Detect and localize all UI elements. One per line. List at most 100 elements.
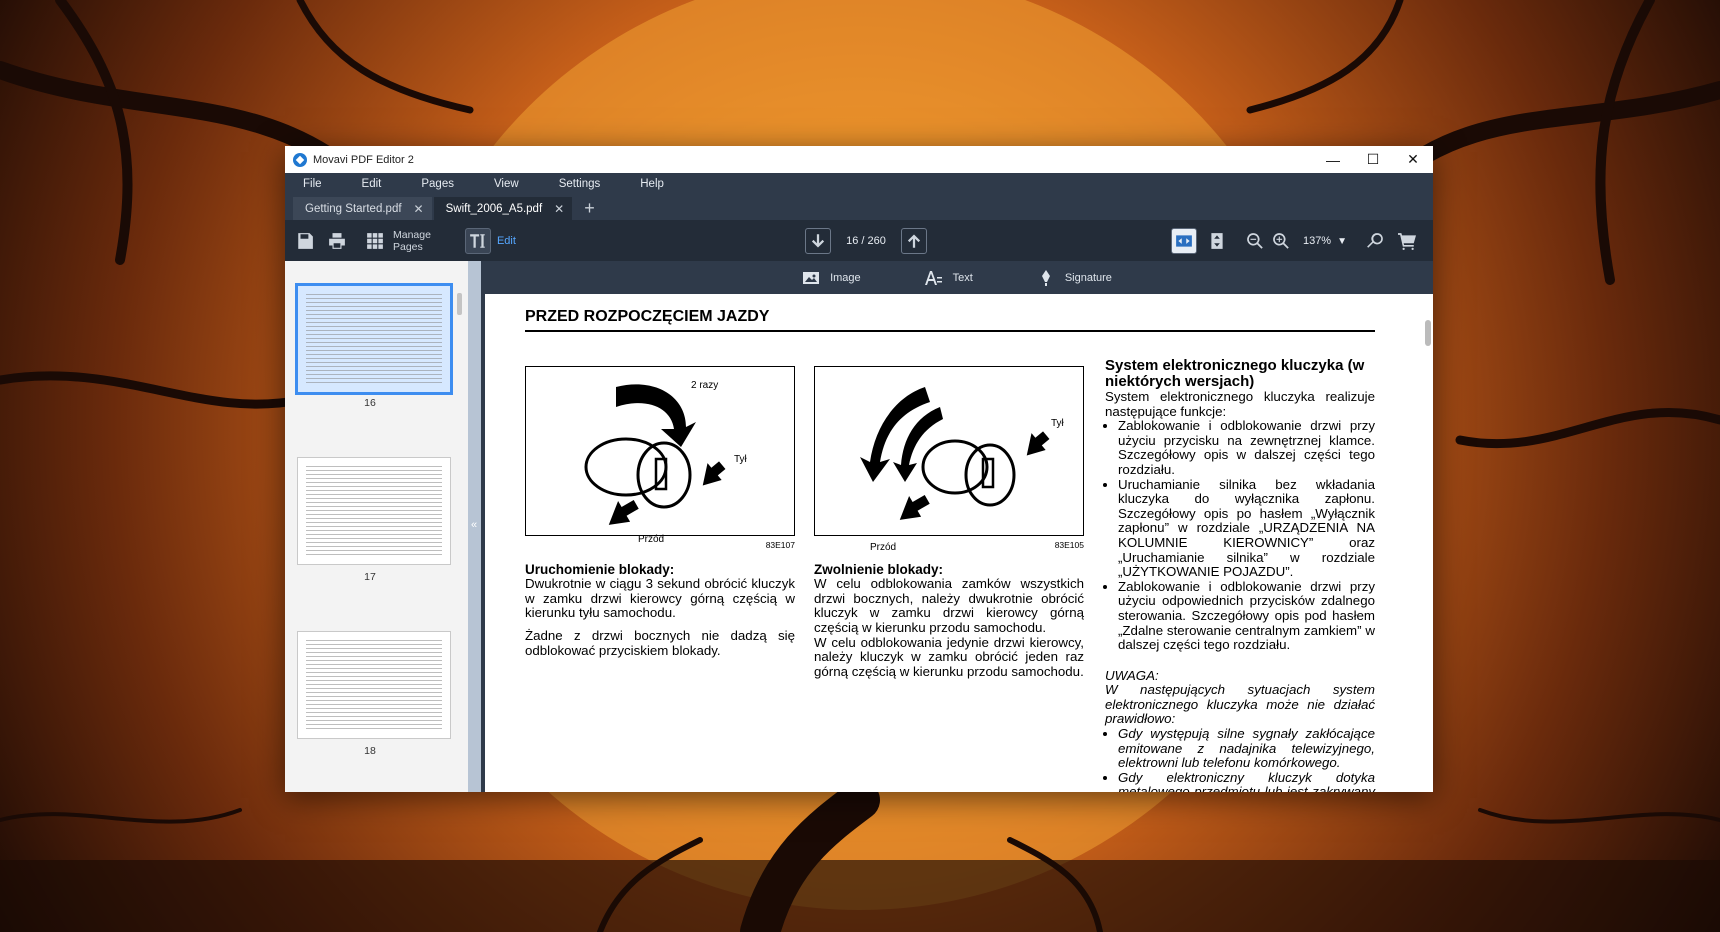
document-tabs: Getting Started.pdf ✕ Swift_2006_A5.pdf …: [285, 195, 1433, 220]
image-tool-label: Image: [830, 271, 861, 284]
figure-label: Przód: [638, 534, 665, 545]
print-icon: [329, 232, 345, 249]
figure-code: 83E105: [1054, 540, 1084, 550]
list-item: Zablokowanie i odblokowanie drzwi przy u…: [1118, 418, 1375, 477]
zoom-out-button[interactable]: [1243, 229, 1267, 253]
maximize-button[interactable]: ☐: [1353, 151, 1393, 168]
page-counter: 16 / 260: [846, 235, 886, 247]
tab-close-icon[interactable]: ✕: [554, 202, 564, 216]
search-button[interactable]: [1363, 229, 1387, 253]
thumbnail-label: 17: [364, 571, 376, 583]
paragraph: W celu odblokowania zamków wszystkich dr…: [814, 576, 1084, 635]
thumbnail-label: 16: [364, 397, 376, 409]
menu-help[interactable]: Help: [640, 178, 664, 190]
fit-width-button[interactable]: [1170, 228, 1197, 254]
tab-getting-started[interactable]: Getting Started.pdf ✕: [293, 197, 432, 220]
zoom-out-icon: [1247, 233, 1263, 249]
arrow-up-icon: [907, 234, 921, 248]
print-button[interactable]: [325, 229, 349, 253]
note-title: UWAGA:: [1105, 667, 1159, 683]
zoom-level-dropdown[interactable]: 137% ▼: [1303, 235, 1347, 247]
tab-label: Swift_2006_A5.pdf: [445, 202, 543, 215]
paragraph: W celu odblokowania jedynie drzwi kierow…: [814, 634, 1084, 679]
key-turn-illustration: [584, 384, 726, 525]
workspace: 16 17 18 « Image Text Signature PRZED RO…: [285, 261, 1433, 792]
manage-pages-label[interactable]: Manage Pages: [393, 229, 431, 253]
zoom-level-value: 137%: [1302, 235, 1332, 247]
chevron-down-icon: ▼: [1337, 235, 1347, 247]
figure-lock-activation: 2 razy Tył Przód: [525, 366, 795, 545]
thumbnail-page-16[interactable]: [295, 283, 453, 395]
view-controls: 137% ▼: [1163, 228, 1419, 254]
image-tool-button[interactable]: Image: [802, 270, 861, 286]
section-heading: Zwolnienie blokady:: [814, 561, 944, 577]
page-thumbnails-panel: 16 17 18: [285, 261, 468, 792]
document-area: Image Text Signature PRZED ROZPOCZĘCIEM …: [481, 261, 1433, 792]
pdf-page: PRZED ROZPOCZĘCIEM JAZDY 2 razy Tył Przó…: [525, 308, 1375, 792]
zoom-in-icon: [1273, 233, 1289, 249]
close-button[interactable]: ✕: [1393, 151, 1433, 168]
figure-label: Tył: [1051, 418, 1064, 429]
thumbnail-label: 18: [364, 745, 376, 757]
tab-swift-2006[interactable]: Swift_2006_A5.pdf ✕: [433, 197, 573, 220]
save-icon: [298, 232, 313, 249]
text-edit-icon: [470, 233, 485, 248]
save-button[interactable]: [293, 229, 317, 253]
figure-label: 2 razy: [691, 380, 719, 391]
fit-page-icon: [1211, 233, 1223, 249]
thumbnail-page-18[interactable]: [297, 631, 451, 739]
figure-label: Przód: [870, 542, 897, 553]
document-scrollbar[interactable]: [1425, 320, 1431, 346]
thumbnail-page-17[interactable]: [297, 457, 451, 565]
tab-label: Getting Started.pdf: [305, 202, 402, 215]
list-item: Gdy występują silne sygnały zakłócające …: [1118, 726, 1375, 771]
menu-settings[interactable]: Settings: [559, 178, 601, 190]
menu-view[interactable]: View: [494, 178, 519, 190]
grid-icon: [367, 232, 383, 249]
fit-page-button[interactable]: [1205, 229, 1229, 253]
text-icon: [924, 270, 942, 285]
tab-close-icon[interactable]: ✕: [414, 202, 424, 216]
main-toolbar: Manage Pages Edit 16 / 260 137% ▼: [285, 220, 1433, 261]
edit-tools-bar: Image Text Signature: [481, 261, 1433, 294]
list-item: Uruchamianie silnika bez wkładania klucz…: [1118, 477, 1375, 580]
paragraph: Żadne z drzwi bocznych nie dadzą się odb…: [525, 627, 795, 658]
column-1: 2 razy Tył Przód 83E107 Uruchomienie blo…: [525, 366, 795, 658]
panel-splitter[interactable]: «: [468, 261, 481, 792]
title-bar: Movavi PDF Editor 2 — ☐ ✕: [285, 146, 1433, 173]
zoom-in-button[interactable]: [1269, 229, 1293, 253]
arrow-down-icon: [811, 234, 825, 248]
next-page-button[interactable]: [805, 228, 831, 254]
page-navigator: 16 / 260: [795, 228, 937, 254]
pen-nib-icon: [1041, 269, 1050, 286]
paragraph: Dwukrotnie w ciągu 3 sekund obrócić kluc…: [525, 576, 795, 621]
menu-bar: File Edit Pages View Settings Help: [285, 173, 1433, 195]
text-tool-label: Text: [952, 271, 973, 284]
menu-file[interactable]: File: [303, 178, 322, 190]
cart-button[interactable]: [1395, 229, 1419, 253]
signature-tool-label: Signature: [1064, 271, 1112, 284]
text-tool-button[interactable]: Text: [924, 270, 973, 286]
list-item: Gdy elektroniczny kluczyk dotyka metalow…: [1118, 770, 1375, 792]
add-tab-icon[interactable]: +: [574, 197, 605, 220]
manage-pages-button[interactable]: [363, 229, 387, 253]
edit-mode-button[interactable]: [464, 227, 491, 254]
edit-label[interactable]: Edit: [497, 235, 516, 247]
feature-list: Zablokowanie i odblokowanie drzwi przy u…: [1105, 418, 1375, 653]
image-icon: [803, 271, 820, 284]
fit-width-icon: [1176, 235, 1192, 247]
minimize-button[interactable]: —: [1313, 152, 1353, 168]
menu-edit[interactable]: Edit: [362, 178, 382, 190]
thumbnails-scrollbar[interactable]: [457, 293, 462, 315]
figure-lock-release: Tył Przód: [814, 366, 1084, 553]
note-list: Gdy występują silne sygnały zakłócające …: [1105, 726, 1375, 792]
search-icon: [1367, 233, 1383, 248]
signature-tool-button[interactable]: Signature: [1037, 269, 1112, 286]
collapse-chevron-icon[interactable]: «: [471, 519, 477, 531]
pdf-viewport[interactable]: PRZED ROZPOCZĘCIEM JAZDY 2 razy Tył Przó…: [485, 294, 1433, 792]
column-2: Tył Przód 83E105 Zwolnienie blokady: W c…: [814, 366, 1084, 679]
page-heading: PRZED ROZPOCZĘCIEM JAZDY: [525, 308, 1375, 332]
section-heading: Uruchomienie blokady:: [525, 561, 675, 577]
previous-page-button[interactable]: [901, 228, 927, 254]
menu-pages[interactable]: Pages: [421, 178, 454, 190]
